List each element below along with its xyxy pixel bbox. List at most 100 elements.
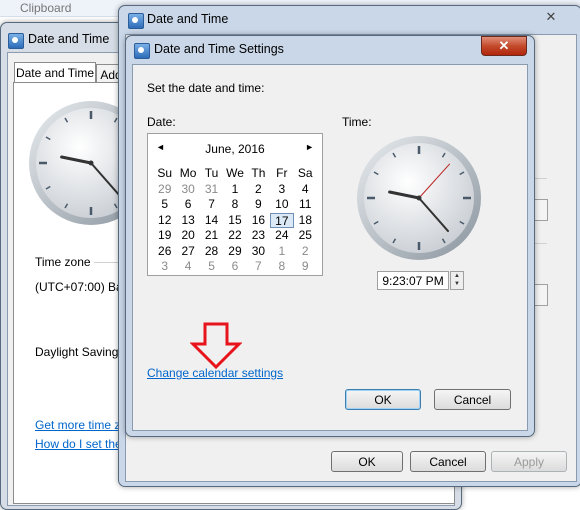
- calendar-month-label[interactable]: June, 2016: [148, 142, 322, 156]
- calendar-day[interactable]: 12: [153, 213, 176, 229]
- time-value: 9:23:07 PM: [382, 273, 444, 288]
- dialog-ok-button[interactable]: OK: [345, 389, 421, 410]
- ribbon-group-label: Clipboard: [20, 1, 72, 15]
- calendar-day[interactable]: 3: [153, 259, 176, 275]
- calendar-day[interactable]: 9: [247, 197, 270, 213]
- calendar-week-row: 29 30 31 1 2 3 4: [153, 182, 317, 198]
- calendar-header: June, 2016 ◄ ►: [148, 142, 322, 158]
- down-arrow-icon: [190, 322, 242, 370]
- calendar-day[interactable]: 18: [294, 213, 317, 229]
- button-label: Cancel: [453, 392, 492, 407]
- calendar-day[interactable]: 20: [176, 228, 199, 244]
- dialog-prompt: Set the date and time:: [147, 81, 265, 95]
- mid-ok-button[interactable]: OK: [331, 451, 403, 472]
- weekday-label: Tu: [204, 166, 219, 180]
- mid-window-title: Date and Time: [147, 12, 229, 26]
- calendar-week-row: 5 6 7 8 9 10 11: [153, 197, 317, 213]
- button-label: Apply: [513, 454, 545, 469]
- calendar-day[interactable]: 7: [247, 259, 270, 275]
- calendar-day[interactable]: 11: [294, 197, 317, 213]
- calendar-day[interactable]: 9: [294, 259, 317, 275]
- more-time-zones-link[interactable]: Get more time z: [35, 418, 120, 432]
- daylight-saving-label: Daylight Saving: [35, 345, 119, 359]
- calendar-day[interactable]: 1: [270, 244, 293, 260]
- calendar-day[interactable]: 6: [176, 197, 199, 213]
- next-month-icon[interactable]: ►: [305, 142, 314, 152]
- dialog-cancel-button[interactable]: Cancel: [434, 389, 511, 410]
- datetime-app-icon: [128, 13, 144, 29]
- mid-apply-button: Apply: [491, 451, 567, 472]
- calendar-day[interactable]: 4: [294, 182, 317, 198]
- dialog-close-button[interactable]: ✕: [481, 36, 527, 56]
- button-label: OK: [358, 454, 376, 469]
- time-zone-value: (UTC+07:00) Ba: [35, 280, 123, 294]
- dialog-clock-face: [357, 136, 481, 260]
- calendar-day[interactable]: 30: [247, 244, 270, 260]
- weekday-label: Mo: [179, 166, 197, 180]
- calendar-day[interactable]: 16: [247, 213, 270, 229]
- tab-label: Date and Time: [15, 65, 95, 80]
- spin-down-icon[interactable]: ▼: [451, 280, 463, 288]
- weekday-label: Fr: [276, 166, 288, 180]
- calendar-day[interactable]: 4: [176, 259, 199, 275]
- dialog-title: Date and Time Settings: [154, 42, 284, 56]
- date-label: Date:: [147, 115, 176, 129]
- button-label: Cancel: [429, 454, 467, 469]
- calendar-day[interactable]: 5: [153, 197, 176, 213]
- how-to-set-link[interactable]: How do I set the: [35, 437, 122, 451]
- calendar-day[interactable]: 26: [153, 244, 176, 260]
- calendar-day[interactable]: 15: [223, 213, 246, 229]
- calendar-control[interactable]: June, 2016 ◄ ► Su Mo Tu We Th Fr Sa 29 30 31 1 2 3 4…: [147, 133, 323, 276]
- calendar-day[interactable]: 7: [200, 197, 223, 213]
- weekday-label: We: [226, 166, 244, 180]
- calendar-day[interactable]: 13: [176, 213, 199, 229]
- calendar-day[interactable]: 5: [200, 259, 223, 275]
- spin-up-icon[interactable]: ▲: [451, 272, 463, 280]
- calendar-day[interactable]: 29: [223, 244, 246, 260]
- datetime-app-icon: [134, 43, 150, 59]
- calendar-day[interactable]: 3: [270, 182, 293, 198]
- mid-cancel-button[interactable]: Cancel: [410, 451, 486, 472]
- calendar-day-selected[interactable]: 17: [270, 212, 294, 228]
- time-label: Time:: [342, 115, 372, 129]
- calendar-day[interactable]: 23: [247, 228, 270, 244]
- close-icon: ✕: [545, 9, 557, 24]
- back-window-title: Date and Time: [28, 32, 110, 46]
- calendar-day[interactable]: 27: [176, 244, 199, 260]
- weekday-label: Th: [251, 166, 266, 180]
- time-input[interactable]: 9:23:07 PM: [377, 271, 449, 290]
- time-spinner[interactable]: ▲ ▼: [450, 271, 464, 290]
- close-icon: ✕: [498, 38, 510, 53]
- calendar-day[interactable]: 22: [223, 228, 246, 244]
- mid-close-button[interactable]: ✕: [529, 8, 573, 26]
- datetime-app-icon: [8, 33, 24, 49]
- calendar-day[interactable]: 1: [223, 182, 246, 198]
- tab-date-and-time[interactable]: Date and Time: [14, 62, 96, 82]
- calendar-grid: Su Mo Tu We Th Fr Sa 29 30 31 1 2 3 4 5 6 7 8 9 10 11 12 13 14…: [153, 166, 317, 275]
- calendar-day[interactable]: 28: [200, 244, 223, 260]
- calendar-day[interactable]: 8: [223, 197, 246, 213]
- calendar-day[interactable]: 2: [294, 244, 317, 260]
- weekday-header-row: Su Mo Tu We Th Fr Sa: [153, 166, 317, 182]
- weekday-label: Su: [157, 166, 173, 180]
- calendar-day[interactable]: 25: [294, 228, 317, 244]
- weekday-label: Sa: [297, 166, 313, 180]
- calendar-day[interactable]: 2: [247, 182, 270, 198]
- calendar-day[interactable]: 8: [270, 259, 293, 275]
- calendar-day[interactable]: 24: [270, 228, 293, 244]
- calendar-day[interactable]: 19: [153, 228, 176, 244]
- calendar-day[interactable]: 31: [200, 182, 223, 198]
- calendar-day[interactable]: 6: [223, 259, 246, 275]
- calendar-day[interactable]: 30: [176, 182, 199, 198]
- calendar-day[interactable]: 21: [200, 228, 223, 244]
- calendar-day[interactable]: 14: [200, 213, 223, 229]
- calendar-week-row: 26 27 28 29 30 1 2: [153, 244, 317, 260]
- time-zone-label: Time zone: [35, 255, 91, 269]
- calendar-week-row: 19 20 21 22 23 24 25: [153, 228, 317, 244]
- button-label: OK: [374, 392, 392, 407]
- previous-month-icon[interactable]: ◄: [156, 142, 165, 152]
- change-calendar-settings-link[interactable]: Change calendar settings: [147, 366, 283, 380]
- calendar-day[interactable]: 29: [153, 182, 176, 198]
- calendar-week-row: 3456789: [153, 259, 317, 275]
- calendar-day[interactable]: 10: [270, 197, 293, 213]
